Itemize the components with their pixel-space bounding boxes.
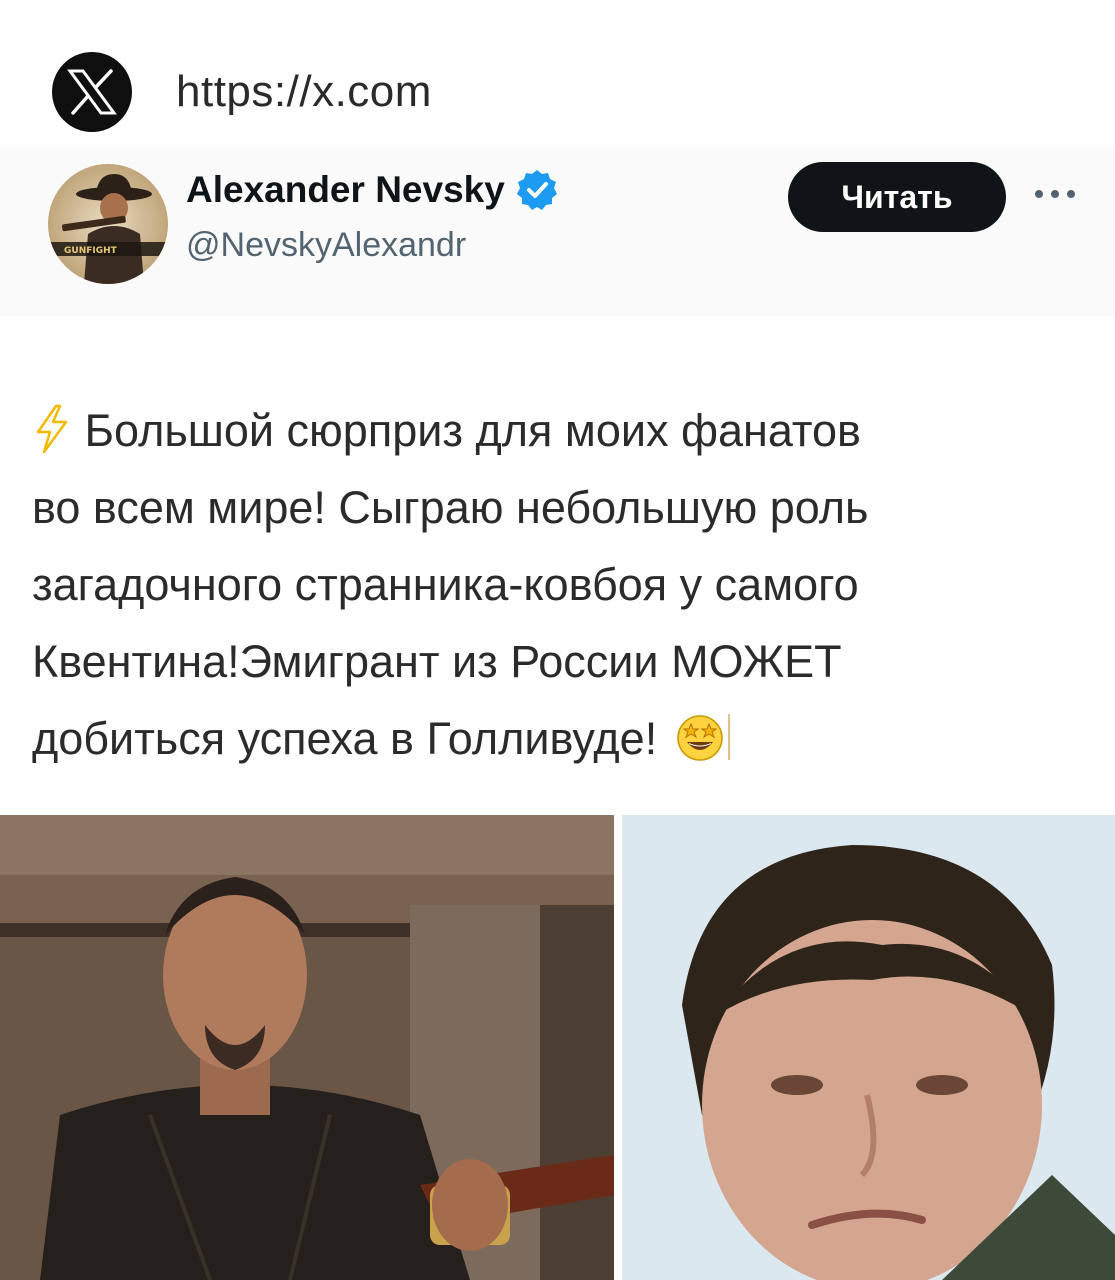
- more-horizontal-icon: [1035, 190, 1075, 198]
- more-options-button[interactable]: [1030, 174, 1080, 214]
- avatar[interactable]: GUNFIGHT: [48, 164, 168, 284]
- star-struck-emoji-icon: [676, 714, 730, 761]
- x-logo-icon: [52, 52, 132, 132]
- tweet-line-text: добиться успеха в Голливуде!: [32, 713, 658, 764]
- url-text: https://x.com: [176, 67, 432, 116]
- tweet-line: добиться успеха в Голливуде!: [32, 700, 1092, 777]
- follow-button[interactable]: Читать: [788, 162, 1006, 232]
- tweet-text: Большой сюрприз для моих фанатов во всем…: [32, 392, 1092, 777]
- media-divider: [614, 815, 622, 1280]
- tweet-line: Большой сюрприз для моих фанатов: [32, 392, 1092, 469]
- lightning-emoji-icon: [36, 404, 68, 454]
- tweet-line: Квентина!Эмигрант из России МОЖЕТ: [32, 636, 842, 687]
- photo-man-portrait[interactable]: [622, 815, 1115, 1280]
- photo-man-with-rifle[interactable]: [0, 815, 614, 1280]
- tweet-line-text: Большой сюрприз для моих фанатов: [84, 405, 861, 456]
- verified-badge-icon: [516, 170, 557, 210]
- handle[interactable]: @NevskyAlexandr: [186, 226, 466, 265]
- tweet-line: загадочного странника-ковбоя у самого: [32, 559, 859, 610]
- display-name[interactable]: Alexander Nevsky: [186, 169, 505, 211]
- url-bar[interactable]: https://x.com: [52, 52, 432, 132]
- display-name-row[interactable]: Alexander Nevsky: [186, 168, 559, 212]
- avatar-caption: GUNFIGHT: [64, 246, 118, 256]
- tweet-line: во всем мире! Сыграю небольшую роль: [32, 482, 869, 533]
